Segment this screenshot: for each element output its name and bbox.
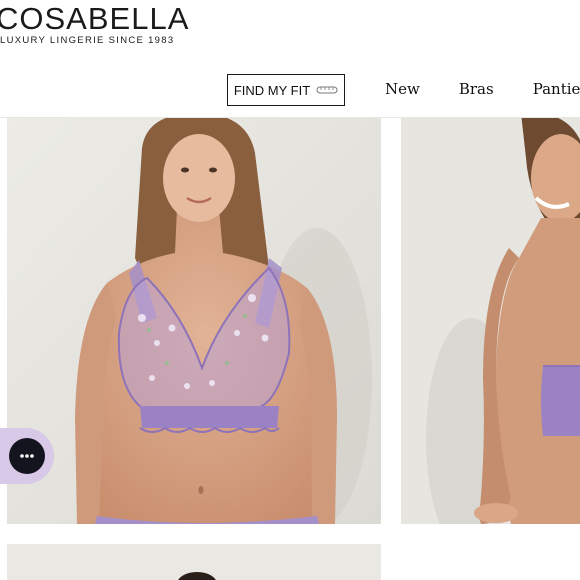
brand-logo[interactable]: COSABELLA LUXURY LINGERIE SINCE 1983 <box>0 1 190 47</box>
measuring-tape-icon <box>316 84 338 96</box>
brand-name: COSABELLA <box>0 1 190 36</box>
brand-tagline: LUXURY LINGERIE SINCE 1983 <box>0 35 175 46</box>
chat-widget-button[interactable] <box>0 428 54 484</box>
product-image-fourth <box>401 544 580 580</box>
nav-item-bras[interactable]: Bras <box>459 80 494 98</box>
nav-item-new[interactable]: New <box>385 80 420 98</box>
find-my-fit-button[interactable]: FIND MY FIT <box>227 74 345 106</box>
find-my-fit-label: FIND MY FIT <box>233 82 311 98</box>
main-nav: New Bras Panties <box>385 80 580 98</box>
chat-bubble-icon <box>9 438 45 474</box>
product-image-third[interactable] <box>7 544 381 580</box>
product-image-bralette-front[interactable] <box>7 118 381 524</box>
nav-item-panties[interactable]: Panties <box>533 80 580 98</box>
product-image-bralette-back[interactable] <box>401 118 580 524</box>
